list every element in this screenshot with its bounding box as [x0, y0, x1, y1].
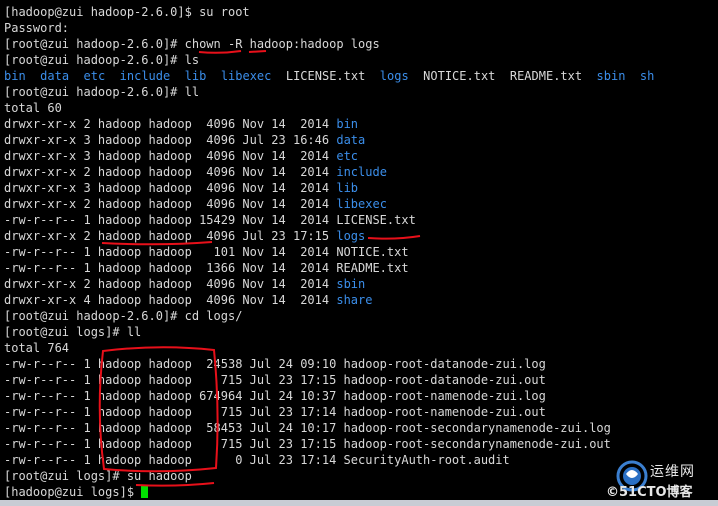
directory-name: logs	[336, 229, 366, 243]
terminal-line: -rw-r--r-- 1 hadoop hadoop 715 Jul 23 17…	[4, 436, 611, 452]
watermark-text-site: 运维网	[650, 464, 695, 480]
terminal-line: -rw-r--r-- 1 hadoop hadoop 101 Nov 14 20…	[4, 244, 409, 260]
terminal-text: drwxr-xr-x 2 hadoop hadoop 4096 Nov 14 2…	[4, 197, 337, 211]
terminal-line: -rw-r--r-- 1 hadoop hadoop 1366 Nov 14 2…	[4, 260, 409, 276]
watermark-text-blog: ©51CTO博客	[606, 485, 693, 500]
terminal-text: -rw-r--r-- 1 hadoop hadoop 101 Nov 14 20…	[4, 245, 409, 259]
terminal-line: drwxr-xr-x 4 hadoop hadoop 4096 Nov 14 2…	[4, 292, 372, 308]
terminal-cursor	[141, 485, 149, 498]
terminal-text: drwxr-xr-x 3 hadoop hadoop 4096 Nov 14 2…	[4, 181, 337, 195]
terminal-line: -rw-r--r-- 1 hadoop hadoop 24538 Jul 24 …	[4, 356, 546, 372]
directory-name: sh	[639, 69, 655, 83]
terminal-line: -rw-r--r-- 1 hadoop hadoop 58453 Jul 24 …	[4, 420, 611, 436]
terminal-line: -rw-r--r-- 1 hadoop hadoop 0 Jul 23 17:1…	[4, 452, 510, 468]
terminal-text: -rw-r--r-- 1 hadoop hadoop 1366 Nov 14 2…	[4, 261, 409, 275]
terminal-line: [root@zui hadoop-2.6.0]# ls	[4, 52, 199, 68]
directory-name: bin	[336, 117, 359, 131]
terminal-line: drwxr-xr-x 2 hadoop hadoop 4096 Nov 14 2…	[4, 196, 387, 212]
terminal-text: -rw-r--r-- 1 hadoop hadoop 715 Jul 23 17…	[4, 437, 611, 451]
directory-name: bin	[4, 69, 26, 83]
directory-name: share	[336, 293, 373, 307]
terminal-line: [root@zui hadoop-2.6.0]# chown -R hadoop…	[4, 36, 380, 52]
directory-name: lib	[336, 181, 359, 195]
directory-name: etc	[336, 149, 359, 163]
terminal-line: Password:	[4, 20, 69, 36]
terminal-text: [hadoop@zui hadoop-2.6.0]$ su root	[4, 5, 250, 19]
terminal-window[interactable]: [hadoop@zui hadoop-2.6.0]$ su root Passwo…	[0, 0, 718, 506]
terminal-line: drwxr-xr-x 2 hadoop hadoop 4096 Nov 14 2…	[4, 116, 358, 132]
terminal-text: -rw-r--r-- 1 hadoop hadoop 58453 Jul 24 …	[4, 421, 611, 435]
terminal-line: drwxr-xr-x 2 hadoop hadoop 4096 Jul 23 1…	[4, 228, 365, 244]
terminal-line: -rw-r--r-- 1 hadoop hadoop 15429 Nov 14 …	[4, 212, 416, 228]
terminal-line: [root@zui logs]# ll	[4, 324, 141, 340]
directory-name: include	[336, 165, 387, 179]
terminal-text: LICENSE.txt	[285, 69, 366, 83]
terminal-line: drwxr-xr-x 2 hadoop hadoop 4096 Nov 14 2…	[4, 164, 387, 180]
terminal-text: drwxr-xr-x 2 hadoop hadoop 4096 Jul 23 1…	[4, 229, 337, 243]
terminal-line: total 764	[4, 340, 69, 356]
terminal-text: README.txt	[509, 69, 583, 83]
directory-name: sbin	[596, 69, 626, 83]
terminal-text: drwxr-xr-x 3 hadoop hadoop 4096 Jul 23 1…	[4, 133, 337, 147]
terminal-line: drwxr-xr-x 3 hadoop hadoop 4096 Jul 23 1…	[4, 132, 365, 148]
directory-name: libexec	[336, 197, 387, 211]
terminal-text: [root@zui hadoop-2.6.0]# chown -R hadoop…	[4, 37, 380, 51]
terminal-text: -rw-r--r-- 1 hadoop hadoop 674964 Jul 24…	[4, 389, 546, 403]
terminal-text: drwxr-xr-x 2 hadoop hadoop 4096 Nov 14 2…	[4, 165, 337, 179]
terminal-text: [hadoop@zui logs]$	[4, 485, 142, 499]
directory-name: data	[336, 133, 366, 147]
terminal-text: NOTICE.txt	[423, 69, 496, 83]
window-bottom-edge	[0, 500, 718, 506]
terminal-line: [hadoop@zui logs]$	[4, 484, 149, 500]
terminal-text: Password:	[4, 21, 70, 35]
terminal-text: total 764	[4, 341, 70, 355]
terminal-text: -rw-r--r-- 1 hadoop hadoop 715 Jul 23 17…	[4, 373, 546, 387]
terminal-line: [root@zui hadoop-2.6.0]# ll	[4, 84, 199, 100]
terminal-line: drwxr-xr-x 3 hadoop hadoop 4096 Nov 14 2…	[4, 148, 358, 164]
terminal-text: [root@zui hadoop-2.6.0]# ls	[4, 53, 200, 67]
directory-name: sbin	[336, 277, 366, 291]
terminal-line: drwxr-xr-x 3 hadoop hadoop 4096 Nov 14 2…	[4, 180, 358, 196]
terminal-line: drwxr-xr-x 2 hadoop hadoop 4096 Nov 14 2…	[4, 276, 365, 292]
terminal-text: total 60	[4, 101, 62, 115]
directory-name: include	[119, 69, 171, 83]
directory-name: libexec	[220, 69, 272, 83]
directory-name: etc	[83, 69, 106, 83]
terminal-text: -rw-r--r-- 1 hadoop hadoop 24538 Jul 24 …	[4, 357, 546, 371]
directory-name: data	[40, 69, 70, 83]
terminal-text: drwxr-xr-x 2 hadoop hadoop 4096 Nov 14 2…	[4, 117, 337, 131]
terminal-text: [root@zui logs]# ll	[4, 325, 142, 339]
watermark: 运维网 ©51CTO博客	[606, 458, 714, 500]
terminal-line: [hadoop@zui hadoop-2.6.0]$ su root	[4, 4, 250, 20]
terminal-text: drwxr-xr-x 2 hadoop hadoop 4096 Nov 14 2…	[4, 277, 337, 291]
terminal-text: -rw-r--r-- 1 hadoop hadoop 15429 Nov 14 …	[4, 213, 416, 227]
directory-name: lib	[184, 69, 207, 83]
terminal-text: [root@zui hadoop-2.6.0]# ll	[4, 85, 200, 99]
terminal-text: -rw-r--r-- 1 hadoop hadoop 715 Jul 23 17…	[4, 405, 546, 419]
directory-name: logs	[379, 69, 409, 83]
terminal-text: [root@zui hadoop-2.6.0]# cd logs/	[4, 309, 243, 323]
terminal-text: [root@zui logs]# su hadoop	[4, 469, 192, 483]
terminal-line: -rw-r--r-- 1 hadoop hadoop 715 Jul 23 17…	[4, 372, 546, 388]
terminal-line: total 60	[4, 100, 62, 116]
terminal-line: [root@zui hadoop-2.6.0]# cd logs/	[4, 308, 242, 324]
terminal-text: -rw-r--r-- 1 hadoop hadoop 0 Jul 23 17:1…	[4, 453, 510, 467]
terminal-line: -rw-r--r-- 1 hadoop hadoop 674964 Jul 24…	[4, 388, 546, 404]
terminal-line: [root@zui logs]# su hadoop	[4, 468, 192, 484]
terminal-text: drwxr-xr-x 3 hadoop hadoop 4096 Nov 14 2…	[4, 149, 337, 163]
terminal-line: -rw-r--r-- 1 hadoop hadoop 715 Jul 23 17…	[4, 404, 546, 420]
terminal-text: drwxr-xr-x 4 hadoop hadoop 4096 Nov 14 2…	[4, 293, 337, 307]
terminal-line: bin data etc include lib libexec LICENSE…	[4, 68, 654, 84]
